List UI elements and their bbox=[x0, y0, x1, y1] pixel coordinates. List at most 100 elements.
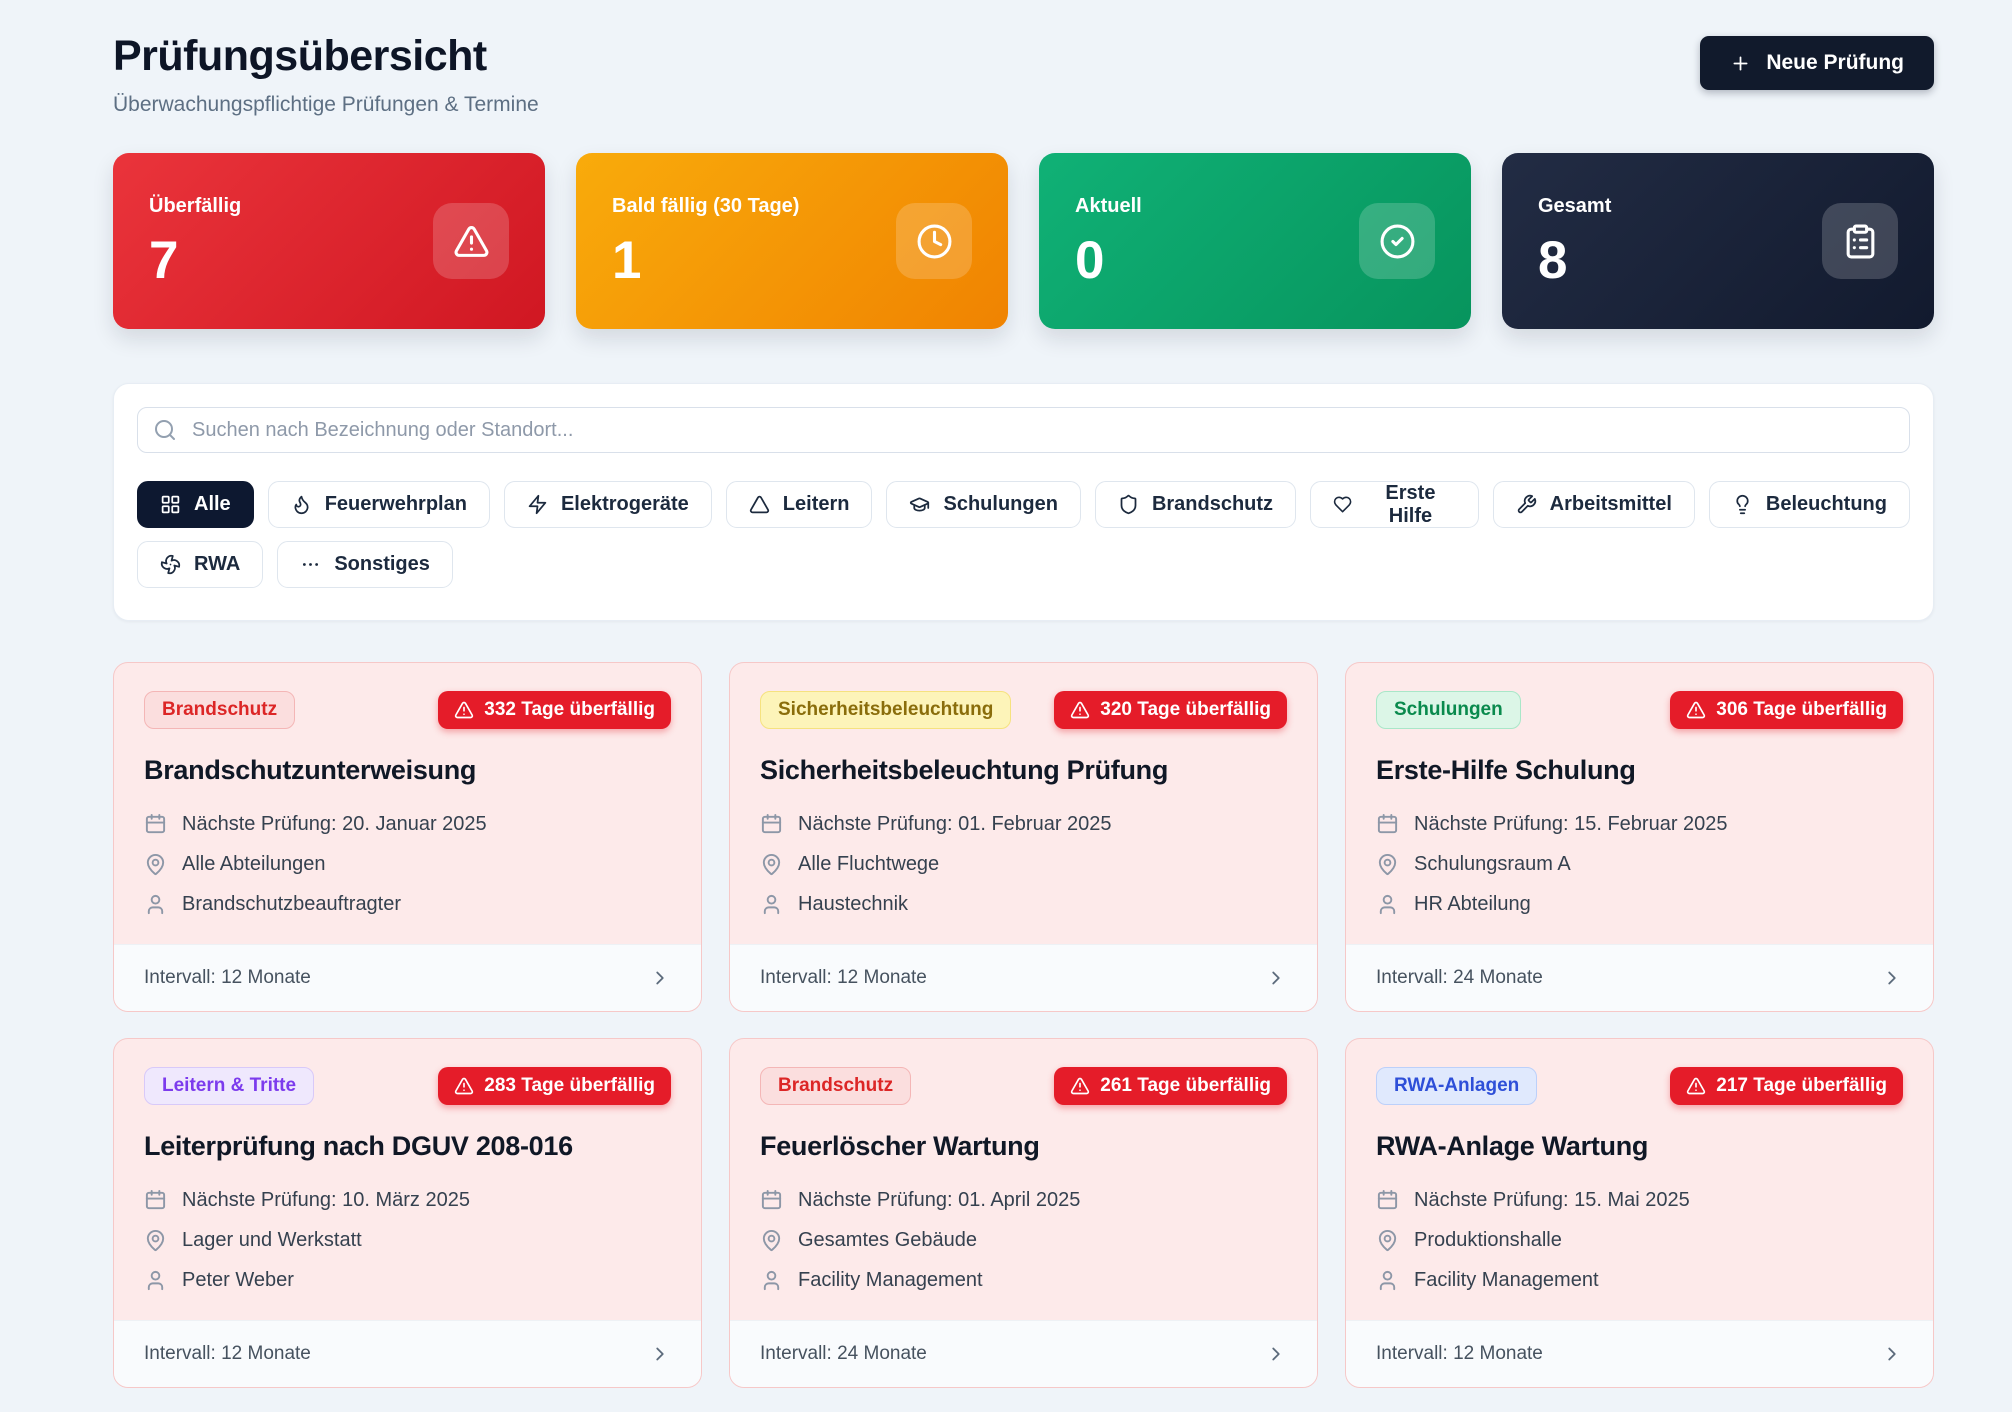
card-footer[interactable]: Intervall: 24 Monate bbox=[1346, 944, 1933, 1011]
card-footer[interactable]: Intervall: 12 Monate bbox=[114, 1320, 701, 1387]
chevron-right-icon bbox=[649, 967, 671, 989]
card-footer[interactable]: Intervall: 12 Monate bbox=[1346, 1320, 1933, 1387]
map-pin-icon bbox=[1376, 1229, 1399, 1252]
card-title: Erste-Hilfe Schulung bbox=[1376, 755, 1903, 786]
more-horizontal-icon bbox=[300, 554, 321, 575]
stat-card-gesamt: Gesamt 8 bbox=[1502, 153, 1934, 329]
inspection-card-erste-hilfe-schulung[interactable]: Schulungen 306 Tage überfällig Erste-Hil… bbox=[1345, 662, 1934, 1012]
location-row: Alle Fluchtwege bbox=[760, 853, 1287, 876]
inspection-card-feuerloescher-wartung[interactable]: Brandschutz 261 Tage überfällig Feuerlös… bbox=[729, 1038, 1318, 1388]
stat-value: 8 bbox=[1538, 234, 1611, 287]
chevron-right-icon bbox=[649, 1343, 671, 1365]
graduation-cap-icon bbox=[909, 494, 930, 515]
stat-card-ueberfaellig: Überfällig 7 bbox=[113, 153, 545, 329]
alert-triangle-icon bbox=[453, 223, 490, 260]
card-head: Leitern & Tritte 283 Tage überfällig bbox=[144, 1067, 671, 1105]
overdue-badge-label: 332 Tage überfällig bbox=[484, 699, 655, 721]
location-row: Alle Abteilungen bbox=[144, 853, 671, 876]
calendar-icon bbox=[760, 813, 783, 836]
search-box bbox=[137, 407, 1910, 453]
location-row: Lager und Werkstatt bbox=[144, 1229, 671, 1252]
interval-text: Intervall: 12 Monate bbox=[144, 967, 311, 989]
search-icon bbox=[153, 418, 177, 442]
card-footer[interactable]: Intervall: 12 Monate bbox=[730, 944, 1317, 1011]
next-inspection-text: Nächste Prüfung: 20. Januar 2025 bbox=[182, 813, 487, 836]
filter-chip-elektrogeraete[interactable]: Elektrogeräte bbox=[504, 481, 712, 528]
card-title: Brandschutzunterweisung bbox=[144, 755, 671, 786]
filter-chip-erste-hilfe[interactable]: Erste Hilfe bbox=[1310, 481, 1479, 528]
search-input[interactable] bbox=[137, 407, 1910, 453]
filter-chip-label: Erste Hilfe bbox=[1365, 482, 1455, 528]
inspection-card-sicherheitsbeleuchtung[interactable]: Sicherheitsbeleuchtung 320 Tage überfäll… bbox=[729, 662, 1318, 1012]
card-title: RWA-Anlage Wartung bbox=[1376, 1131, 1903, 1162]
filter-chip-brandschutz[interactable]: Brandschutz bbox=[1095, 481, 1296, 528]
filter-panel: Alle Feuerwehrplan Elektrogeräte Leitern… bbox=[113, 383, 1934, 621]
user-icon bbox=[1376, 893, 1399, 916]
filter-chip-row-1: Alle Feuerwehrplan Elektrogeräte Leitern… bbox=[137, 481, 1910, 528]
plus-icon bbox=[1730, 53, 1751, 74]
stat-value: 0 bbox=[1075, 234, 1142, 287]
map-pin-icon bbox=[144, 853, 167, 876]
stat-label: Bald fällig (30 Tage) bbox=[612, 195, 799, 218]
card-body: RWA-Anlagen 217 Tage überfällig RWA-Anla… bbox=[1346, 1039, 1933, 1320]
filter-chip-sonstiges[interactable]: Sonstiges bbox=[277, 541, 453, 588]
interval-text: Intervall: 24 Monate bbox=[1376, 967, 1543, 989]
stat-icon-box bbox=[896, 203, 972, 279]
card-head: Brandschutz 332 Tage überfällig bbox=[144, 691, 671, 729]
location-row: Schulungsraum A bbox=[1376, 853, 1903, 876]
inspection-card-brandschutzunterweisung[interactable]: Brandschutz 332 Tage überfällig Brandsch… bbox=[113, 662, 702, 1012]
card-head: Schulungen 306 Tage überfällig bbox=[1376, 691, 1903, 729]
page-title: Prüfungsübersicht bbox=[113, 32, 539, 81]
next-inspection-row: Nächste Prüfung: 01. Februar 2025 bbox=[760, 813, 1287, 836]
stat-info: Überfällig 7 bbox=[149, 195, 241, 287]
card-head: Sicherheitsbeleuchtung 320 Tage überfäll… bbox=[760, 691, 1287, 729]
filter-chip-arbeitsmittel[interactable]: Arbeitsmittel bbox=[1493, 481, 1695, 528]
card-footer[interactable]: Intervall: 24 Monate bbox=[730, 1320, 1317, 1387]
chevron-right-icon bbox=[1265, 1343, 1287, 1365]
next-inspection-text: Nächste Prüfung: 10. März 2025 bbox=[182, 1189, 470, 1212]
chevron-right-icon bbox=[1265, 967, 1287, 989]
calendar-icon bbox=[760, 1189, 783, 1212]
overdue-badge: 306 Tage überfällig bbox=[1670, 691, 1903, 729]
filter-chip-label: Elektrogeräte bbox=[561, 493, 689, 516]
filter-chip-leitern[interactable]: Leitern bbox=[726, 481, 873, 528]
page-header: Prüfungsübersicht Überwachungspflichtige… bbox=[113, 26, 1934, 117]
filter-chip-label: Leitern bbox=[783, 493, 850, 516]
clock-icon bbox=[916, 223, 953, 260]
responsible-row: Facility Management bbox=[760, 1269, 1287, 1292]
new-pruefung-button[interactable]: Neue Prüfung bbox=[1700, 36, 1934, 90]
location-text: Alle Fluchtwege bbox=[798, 853, 939, 876]
filter-chip-feuerwehrplan[interactable]: Feuerwehrplan bbox=[268, 481, 490, 528]
stat-card-bald-faellig: Bald fällig (30 Tage) 1 bbox=[576, 153, 1008, 329]
filter-chip-schulungen[interactable]: Schulungen bbox=[886, 481, 1080, 528]
stat-icon-box bbox=[1359, 203, 1435, 279]
zap-icon bbox=[527, 494, 548, 515]
next-inspection-row: Nächste Prüfung: 10. März 2025 bbox=[144, 1189, 671, 1212]
inspection-cards-grid: Brandschutz 332 Tage überfällig Brandsch… bbox=[113, 662, 1934, 1388]
responsible-text: Haustechnik bbox=[798, 893, 908, 916]
card-body: Leitern & Tritte 283 Tage überfällig Lei… bbox=[114, 1039, 701, 1320]
card-title: Feuerlöscher Wartung bbox=[760, 1131, 1287, 1162]
category-badge: Leitern & Tritte bbox=[144, 1067, 314, 1105]
overdue-badge: 320 Tage überfällig bbox=[1054, 691, 1287, 729]
interval-text: Intervall: 12 Monate bbox=[1376, 1343, 1543, 1365]
alert-triangle-icon bbox=[454, 700, 474, 720]
next-inspection-row: Nächste Prüfung: 20. Januar 2025 bbox=[144, 813, 671, 836]
filter-chip-alle[interactable]: Alle bbox=[137, 481, 254, 528]
location-row: Produktionshalle bbox=[1376, 1229, 1903, 1252]
fan-icon bbox=[160, 554, 181, 575]
interval-text: Intervall: 24 Monate bbox=[760, 1343, 927, 1365]
category-badge: Brandschutz bbox=[144, 691, 295, 729]
category-badge: RWA-Anlagen bbox=[1376, 1067, 1537, 1105]
card-footer[interactable]: Intervall: 12 Monate bbox=[114, 944, 701, 1011]
category-badge: Schulungen bbox=[1376, 691, 1521, 729]
filter-chip-beleuchtung[interactable]: Beleuchtung bbox=[1709, 481, 1910, 528]
filter-chip-rwa[interactable]: RWA bbox=[137, 541, 263, 588]
calendar-icon bbox=[1376, 1189, 1399, 1212]
inspection-card-leiterpruefung[interactable]: Leitern & Tritte 283 Tage überfällig Lei… bbox=[113, 1038, 702, 1388]
location-text: Schulungsraum A bbox=[1414, 853, 1571, 876]
inspection-card-rwa-anlage-wartung[interactable]: RWA-Anlagen 217 Tage überfällig RWA-Anla… bbox=[1345, 1038, 1934, 1388]
filter-chip-label: Arbeitsmittel bbox=[1550, 493, 1672, 516]
card-title: Sicherheitsbeleuchtung Prüfung bbox=[760, 755, 1287, 786]
overdue-badge: 217 Tage überfällig bbox=[1670, 1067, 1903, 1105]
